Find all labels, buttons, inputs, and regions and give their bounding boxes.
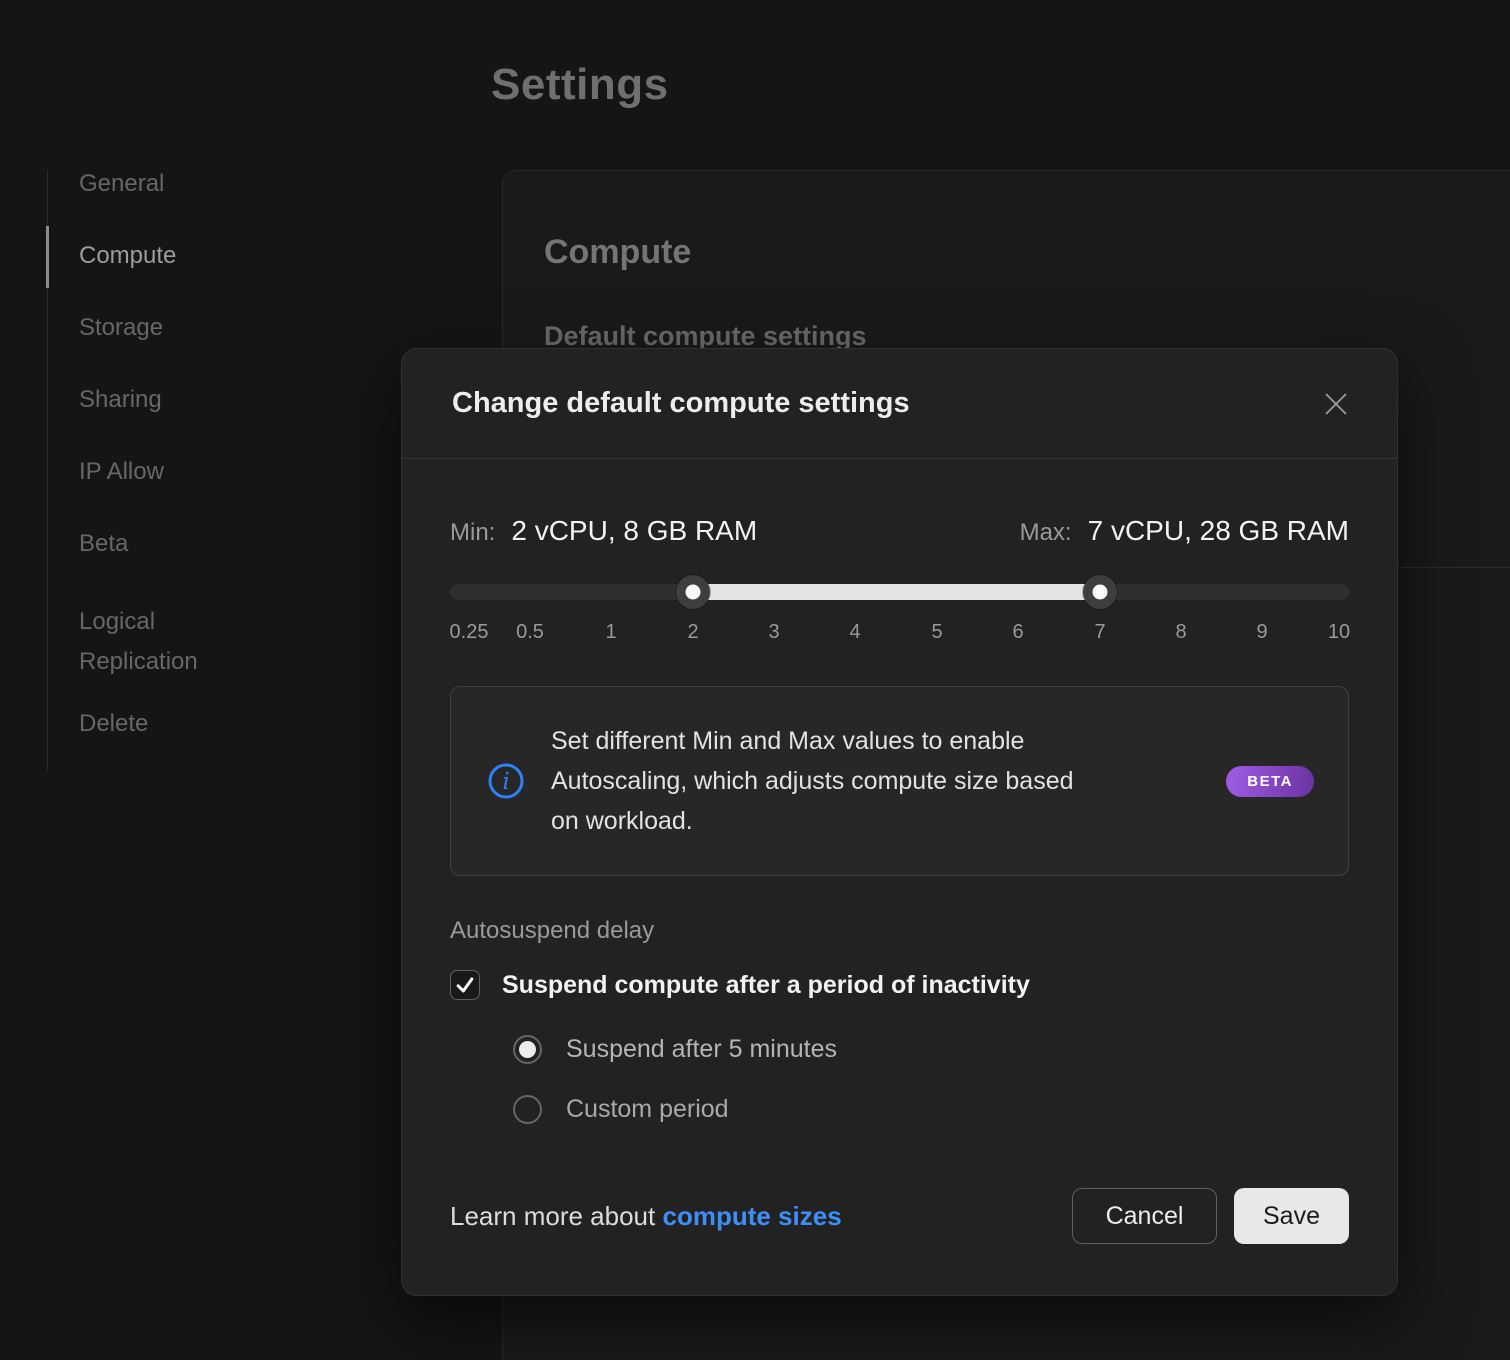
autosuspend-delay-label: Autosuspend delay	[450, 916, 1349, 946]
sidebar-item-general[interactable]: General	[79, 170, 319, 198]
tick-7: 7	[1094, 617, 1105, 647]
compute-section-heading: Compute	[544, 233, 691, 272]
slider-active-range	[693, 584, 1100, 600]
suspend-compute-checkbox[interactable]	[450, 970, 480, 1000]
tick-5: 5	[931, 617, 942, 647]
custom-period-label: Custom period	[566, 1095, 729, 1124]
dialog-title: Change default compute settings	[452, 387, 910, 420]
max-label: Max:	[1020, 519, 1072, 547]
sidebar-item-beta[interactable]: Beta	[79, 530, 319, 558]
page-title: Settings	[491, 60, 669, 110]
sidebar-item-sharing[interactable]: Sharing	[79, 386, 319, 414]
custom-period-option[interactable]: Custom period	[513, 1094, 1349, 1124]
min-value: 2 vCPU, 8 GB RAM	[511, 515, 757, 547]
dialog-header: Change default compute settings	[402, 349, 1397, 459]
compute-range-slider[interactable]	[450, 575, 1349, 609]
tick-0.25: 0.25	[450, 617, 489, 647]
slider-handle-min[interactable]	[676, 575, 710, 609]
info-icon: i	[487, 762, 525, 800]
tick-6: 6	[1012, 617, 1023, 647]
svg-text:i: i	[502, 769, 509, 795]
max-group: Max: 7 vCPU, 28 GB RAM	[1020, 515, 1349, 547]
close-icon[interactable]	[1319, 387, 1353, 421]
settings-page: Settings General Compute Storage Sharing…	[0, 0, 1510, 1360]
learn-more-text: Learn more about compute sizes	[450, 1201, 842, 1232]
tick-9: 9	[1256, 617, 1267, 647]
tick-8: 8	[1175, 617, 1186, 647]
radio-unselected-icon[interactable]	[513, 1095, 542, 1124]
beta-badge: BETA	[1226, 766, 1314, 797]
footer-buttons: Cancel Save	[1072, 1188, 1349, 1244]
suspend-compute-checkbox-label: Suspend compute after a period of inacti…	[502, 971, 1030, 1000]
suspend-after-5-minutes-label: Suspend after 5 minutes	[566, 1035, 837, 1064]
autoscaling-info-text: Set different Min and Max values to enab…	[551, 721, 1211, 841]
sidebar-item-compute[interactable]: Compute	[79, 242, 319, 270]
sidebar-item-delete[interactable]: Delete	[79, 710, 319, 738]
autoscaling-info-box: i Set different Min and Max values to en…	[450, 686, 1349, 876]
compute-sizes-link[interactable]: compute sizes	[662, 1201, 841, 1231]
settings-sidebar: General Compute Storage Sharing IP Allow…	[79, 170, 319, 782]
tick-2: 2	[687, 617, 698, 647]
change-compute-settings-dialog: Change default compute settings Min: 2 v…	[401, 348, 1398, 1296]
dialog-footer: Learn more about compute sizes Cancel Sa…	[450, 1188, 1349, 1244]
dialog-body: Min: 2 vCPU, 8 GB RAM Max: 7 vCPU, 28 GB…	[402, 515, 1397, 1244]
slider-tick-labels: 0.25 0.5 1 2 3 4 5 6 7 8 9 10	[450, 617, 1349, 647]
slider-handle-max[interactable]	[1083, 575, 1117, 609]
max-value: 7 vCPU, 28 GB RAM	[1088, 515, 1349, 547]
tick-3: 3	[768, 617, 779, 647]
radio-selected-icon[interactable]	[513, 1035, 542, 1064]
sidebar-item-ip-allow[interactable]: IP Allow	[79, 458, 319, 486]
save-button[interactable]: Save	[1234, 1188, 1349, 1244]
sidebar-item-logical-replication[interactable]: Logical Replication	[79, 602, 229, 682]
min-group: Min: 2 vCPU, 8 GB RAM	[450, 515, 757, 547]
tick-4: 4	[849, 617, 860, 647]
suspend-compute-checkbox-row[interactable]: Suspend compute after a period of inacti…	[450, 970, 1349, 1000]
suspend-after-5-minutes-option[interactable]: Suspend after 5 minutes	[513, 1034, 1349, 1064]
tick-10: 10	[1328, 617, 1350, 647]
tick-0.5: 0.5	[516, 617, 544, 647]
minmax-row: Min: 2 vCPU, 8 GB RAM Max: 7 vCPU, 28 GB…	[450, 515, 1349, 551]
sidebar-item-storage[interactable]: Storage	[79, 314, 319, 342]
min-label: Min:	[450, 519, 495, 547]
cancel-button[interactable]: Cancel	[1072, 1188, 1217, 1244]
tick-1: 1	[605, 617, 616, 647]
